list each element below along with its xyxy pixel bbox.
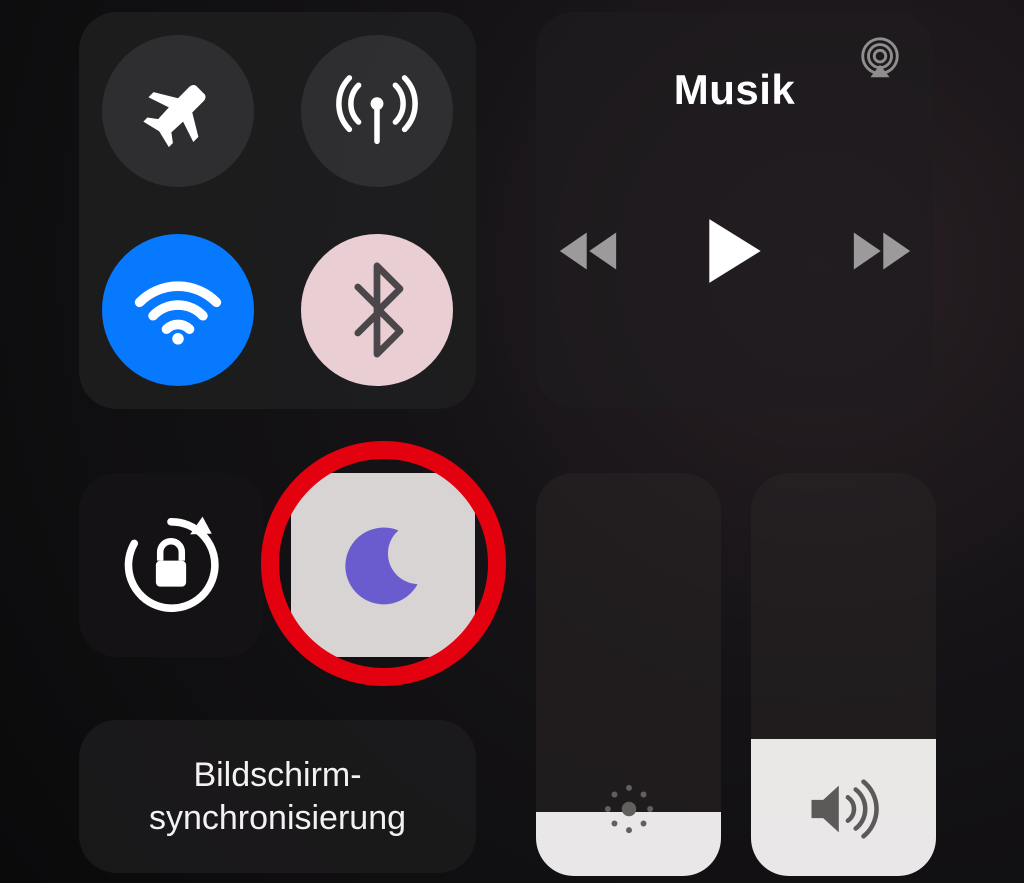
forward-icon xyxy=(850,228,914,274)
cellular-icon xyxy=(331,65,423,157)
airplane-mode-toggle[interactable] xyxy=(102,35,254,187)
play-button[interactable] xyxy=(704,215,766,287)
sun-low-icon xyxy=(596,776,662,842)
music-platter[interactable]: Musik xyxy=(536,12,933,408)
speaker-icon xyxy=(805,776,883,842)
screen-mirroring-label: Bildschirm- synchronisierung xyxy=(149,754,406,839)
airplay-icon xyxy=(856,35,904,83)
airplay-button[interactable] xyxy=(853,32,907,86)
orientation-lock-icon xyxy=(117,511,225,619)
orientation-lock-toggle[interactable] xyxy=(79,473,263,657)
do-not-disturb-toggle[interactable] xyxy=(291,473,475,657)
bluetooth-toggle[interactable] xyxy=(301,234,453,386)
wifi-icon xyxy=(130,262,226,358)
connectivity-group[interactable] xyxy=(79,12,476,409)
bluetooth-icon xyxy=(342,262,412,358)
rewind-button[interactable] xyxy=(556,228,620,274)
brightness-slider[interactable] xyxy=(536,473,721,876)
screen-mirroring-button[interactable]: Bildschirm- synchronisierung xyxy=(79,720,476,873)
play-icon xyxy=(704,215,766,287)
moon-icon xyxy=(335,517,431,613)
volume-slider[interactable] xyxy=(751,473,936,876)
wifi-toggle[interactable] xyxy=(102,234,254,386)
forward-button[interactable] xyxy=(850,228,914,274)
rewind-icon xyxy=(556,228,620,274)
airplane-icon xyxy=(138,71,218,151)
cellular-data-toggle[interactable] xyxy=(301,35,453,187)
